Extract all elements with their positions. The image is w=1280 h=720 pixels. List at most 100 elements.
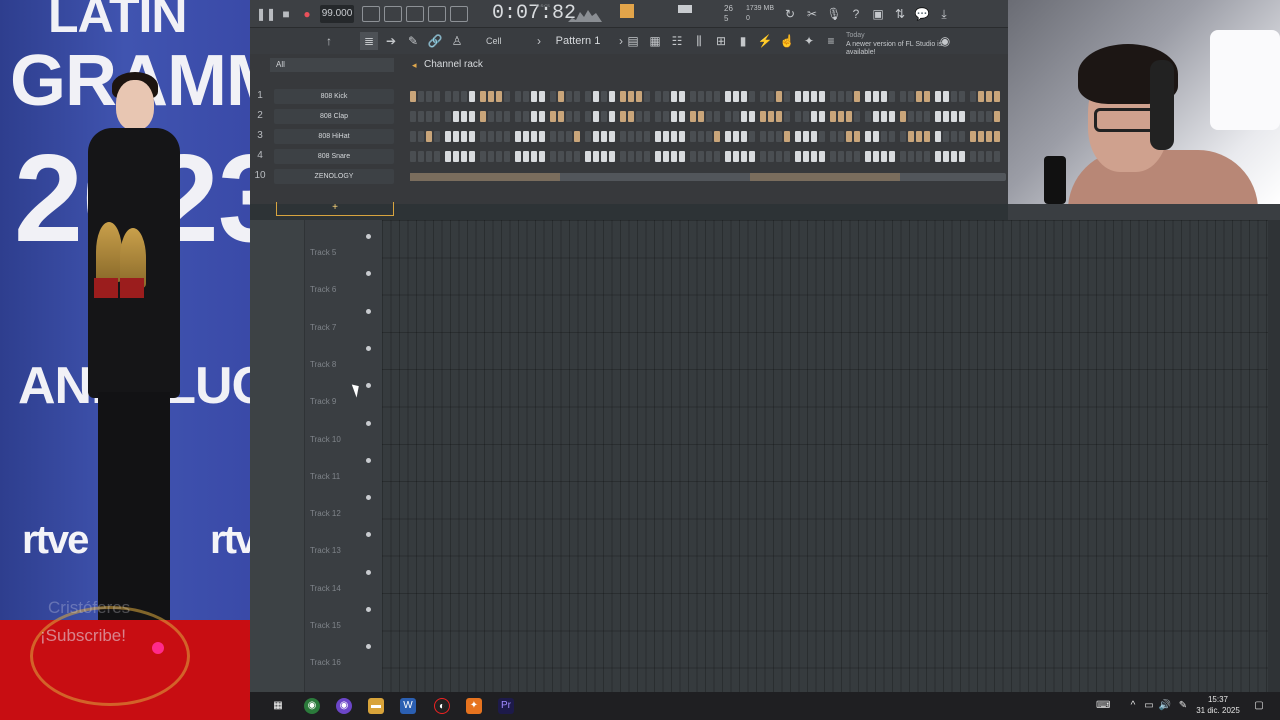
step-button[interactable] [741,131,747,142]
wait-icon[interactable] [384,6,402,22]
step-button[interactable] [523,151,529,162]
step-button[interactable] [609,91,615,102]
step-button[interactable] [768,151,774,162]
step-button[interactable] [445,91,451,102]
arrow-right-icon[interactable]: ➔ [382,32,400,50]
step-button[interactable] [749,91,755,102]
step-button[interactable] [776,111,782,122]
step-button[interactable] [846,131,852,142]
step-button[interactable] [994,131,1000,142]
step-button[interactable] [410,151,416,162]
step-button[interactable] [889,151,895,162]
step-button[interactable] [574,111,580,122]
step-button[interactable] [873,91,879,102]
step-button[interactable] [469,111,475,122]
step-button[interactable] [523,91,529,102]
track-label[interactable]: Track 6 [310,285,336,294]
step-button[interactable] [585,131,591,142]
touch-icon[interactable]: ☝ [778,32,796,50]
step-button[interactable] [908,131,914,142]
step-button[interactable] [959,151,965,162]
step-button[interactable] [609,131,615,142]
step-button[interactable] [881,131,887,142]
step-button[interactable] [776,151,782,162]
step-button[interactable] [620,91,626,102]
step-button[interactable] [768,131,774,142]
step-button[interactable] [865,131,871,142]
step-button[interactable] [496,111,502,122]
step-button[interactable] [943,151,949,162]
step-button[interactable] [480,151,486,162]
step-button[interactable] [741,151,747,162]
step-button[interactable] [593,91,599,102]
step-button[interactable] [733,91,739,102]
step-button[interactable] [453,111,459,122]
step-button[interactable] [628,111,634,122]
step-button[interactable] [445,151,451,162]
step-button[interactable] [819,131,825,142]
step-button[interactable] [795,111,801,122]
step-button[interactable] [795,151,801,162]
step-button[interactable] [636,151,642,162]
step-button[interactable] [760,151,766,162]
step-button[interactable] [994,151,1000,162]
step-button[interactable] [601,131,607,142]
step-button[interactable] [943,111,949,122]
step-button[interactable] [784,151,790,162]
step-button[interactable] [873,111,879,122]
step-button[interactable] [504,151,510,162]
step-button[interactable] [663,111,669,122]
step-button[interactable] [935,91,941,102]
record-app-icon[interactable]: ◐ [434,698,450,714]
track-label[interactable]: Track 13 [310,546,341,555]
step-button[interactable] [803,91,809,102]
help-icon[interactable]: ? [848,6,864,22]
step-button[interactable] [426,131,432,142]
step-button[interactable] [679,151,685,162]
step-button[interactable] [795,91,801,102]
track-label[interactable]: Track 16 [310,658,341,667]
step-button[interactable] [760,91,766,102]
step-button[interactable] [609,111,615,122]
step-button[interactable] [480,91,486,102]
hint-icon[interactable]: ≡ [822,32,840,50]
step-button[interactable] [959,131,965,142]
step-button[interactable] [951,131,957,142]
step-button[interactable] [488,91,494,102]
step-button[interactable] [539,111,545,122]
volume-icon[interactable]: 🔊 [1158,699,1172,713]
track-enable-icon[interactable] [366,420,371,426]
step-button[interactable] [978,151,984,162]
step-button[interactable] [523,111,529,122]
record-button[interactable]: ● [298,5,316,23]
mouse-icon[interactable]: ✦ [800,32,818,50]
step-button[interactable] [854,91,860,102]
step-button[interactable] [714,151,720,162]
step-button[interactable] [889,111,895,122]
step-button[interactable] [749,111,755,122]
step-button[interactable] [900,151,906,162]
piano-roll-icon[interactable]: ▦ [646,32,664,50]
step-button[interactable] [531,111,537,122]
mixer-icon[interactable]: ⫼ [690,32,708,50]
step-button[interactable] [585,91,591,102]
add-channel-button[interactable]: + [276,202,394,216]
step-button[interactable] [445,131,451,142]
step-button[interactable] [951,91,957,102]
channel-name-button[interactable]: 808 Kick [274,89,394,104]
step-button[interactable] [679,131,685,142]
save-icon[interactable]: ▣ [870,6,886,22]
track-label[interactable]: Track 14 [310,584,341,593]
step-button[interactable] [620,151,626,162]
step-button[interactable] [811,91,817,102]
export-icon[interactable]: ⇅ [892,6,908,22]
step-button[interactable] [935,151,941,162]
step-button[interactable] [566,151,572,162]
step-button[interactable] [881,111,887,122]
clock-time[interactable]: 15:37 [1190,695,1246,705]
step-button[interactable] [830,131,836,142]
countdown-icon[interactable] [406,6,424,22]
step-button[interactable] [986,111,992,122]
track-label[interactable]: Track 7 [310,323,336,332]
step-button[interactable] [924,131,930,142]
